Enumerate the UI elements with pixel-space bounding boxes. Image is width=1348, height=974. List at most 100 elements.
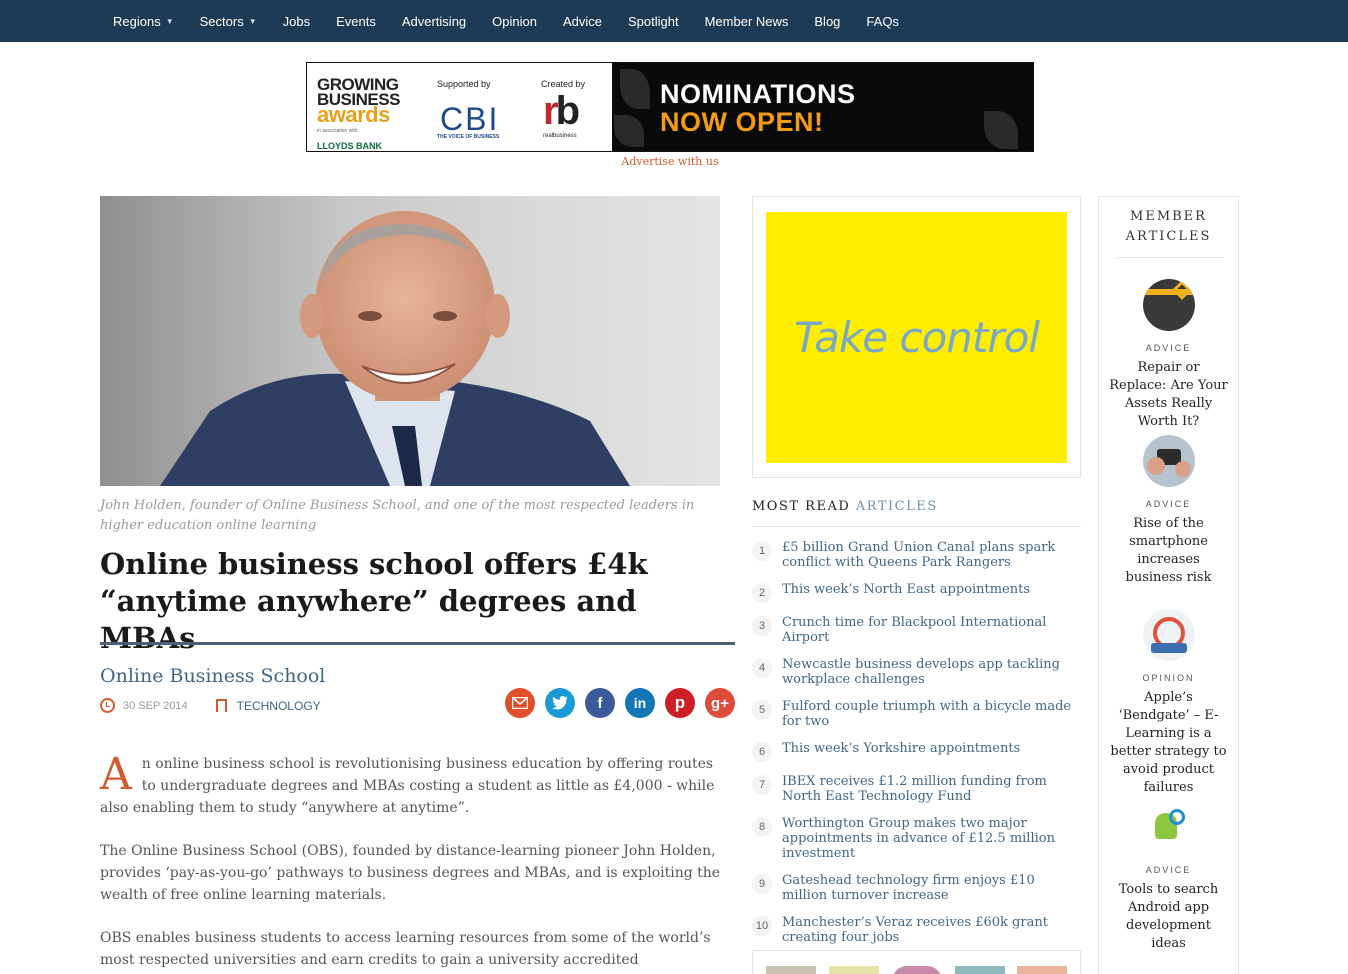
cbi-tagline: THE VOICE OF BUSINESS bbox=[437, 134, 500, 140]
most-read-link[interactable]: £5 billion Grand Union Canal plans spark… bbox=[782, 540, 1082, 570]
most-read-item[interactable]: 2 This week’s North East appointments bbox=[752, 582, 1082, 603]
article-body: An online business school is revolutioni… bbox=[100, 753, 730, 974]
most-read-link[interactable]: Fulford couple triumph with a bicycle ma… bbox=[782, 699, 1082, 729]
rank-badge: 4 bbox=[752, 658, 772, 678]
member-articles-heading: MEMBER ARTICLES bbox=[1125, 209, 1212, 244]
most-read-link[interactable]: This week’s North East appointments bbox=[782, 582, 1030, 597]
googleplus-icon[interactable]: g+ bbox=[705, 688, 735, 718]
article-category: ADVICE bbox=[1145, 499, 1192, 509]
article-thumbnail bbox=[1142, 435, 1195, 487]
article-paragraph: OBS enables business students to access … bbox=[100, 930, 711, 968]
most-read-item[interactable]: 9 Gateshead technology firm enjoys £10 mi… bbox=[752, 873, 1082, 903]
thumbnail-preview bbox=[892, 966, 942, 974]
member-article-item[interactable]: ADVICE Rise of the smartphone increases … bbox=[1099, 435, 1238, 587]
rank-badge: 6 bbox=[752, 742, 772, 762]
nav-item-blog[interactable]: Blog bbox=[814, 14, 840, 29]
article-category: OPINION bbox=[1142, 673, 1195, 683]
leaf-decoration bbox=[984, 111, 1018, 149]
chevron-down-icon: ▼ bbox=[248, 16, 257, 26]
chevron-down-icon: ▼ bbox=[165, 16, 174, 26]
member-article-item[interactable]: ADVICE Tools to search Android app devel… bbox=[1099, 801, 1238, 953]
growing-business-awards-logo: GROWING BUSINESS awards in association w… bbox=[317, 75, 400, 151]
nav-item-advertising[interactable]: Advertising bbox=[402, 14, 466, 29]
article-meta: 30 SEP 2014 TECHNOLOGY bbox=[100, 698, 321, 713]
nav-item-spotlight[interactable]: Spotlight bbox=[628, 14, 679, 29]
nav-item-jobs[interactable]: Jobs bbox=[283, 14, 310, 29]
linkedin-icon[interactable]: in bbox=[625, 688, 655, 718]
most-read-item[interactable]: 5 Fulford couple triumph with a bicycle m… bbox=[752, 699, 1082, 729]
nav-item-regions[interactable]: Regions ▼ bbox=[113, 14, 174, 29]
leaf-decoration bbox=[614, 115, 644, 147]
rank-badge: 5 bbox=[752, 700, 772, 720]
most-read-link[interactable]: Worthington Group makes two major appoin… bbox=[782, 816, 1082, 861]
rank-badge: 8 bbox=[752, 817, 772, 837]
nav-item-sectors[interactable]: Sectors ▼ bbox=[200, 14, 257, 29]
most-read-heading: MOST READ ARTICLES bbox=[752, 499, 938, 514]
article-date: 30 SEP 2014 bbox=[123, 699, 188, 712]
rank-badge: 7 bbox=[752, 775, 772, 795]
facebook-icon[interactable]: f bbox=[585, 688, 615, 718]
category-link[interactable]: TECHNOLOGY bbox=[237, 699, 321, 713]
magnifier-icon bbox=[1168, 809, 1185, 825]
most-read-link[interactable]: Gateshead technology firm enjoys £10 mil… bbox=[782, 873, 1082, 903]
pinterest-icon[interactable]: p bbox=[665, 688, 695, 718]
clock-icon bbox=[100, 698, 115, 713]
nav-item-events[interactable]: Events bbox=[336, 14, 376, 29]
article-title-link[interactable]: Rise of the smartphone increases busines… bbox=[1099, 515, 1238, 587]
nav-menu: Regions ▼ Sectors ▼ Jobs Events Advertisin… bbox=[100, 0, 912, 42]
social-share-bar: f in p g+ bbox=[505, 688, 745, 718]
ad-text: Take control bbox=[793, 313, 1040, 362]
awards-banner-ad[interactable]: GROWING BUSINESS awards in association w… bbox=[306, 62, 1034, 152]
next-widget-preview bbox=[752, 950, 1081, 974]
author-link[interactable]: Online Business School bbox=[100, 665, 325, 687]
nav-item-faqs[interactable]: FAQs bbox=[866, 14, 899, 29]
rank-badge: 10 bbox=[752, 916, 772, 936]
banner-subheadline: NOW OPEN! bbox=[660, 107, 824, 137]
member-articles-panel: MEMBER ARTICLES ADVICE Repair or Replace… bbox=[1098, 196, 1239, 974]
most-read-divider bbox=[752, 526, 1081, 527]
thumbnail-preview bbox=[955, 966, 1005, 974]
banner-headline: NOMINATIONS bbox=[660, 79, 856, 109]
banner-nominations-panel: NOMINATIONS NOW OPEN! bbox=[612, 63, 1033, 151]
most-read-link[interactable]: Manchester’s Veraz receives £60k grant c… bbox=[782, 915, 1082, 945]
most-read-item[interactable]: 4 Newcastle business develops app tacklin… bbox=[752, 657, 1082, 687]
article-thumbnail bbox=[1142, 801, 1195, 853]
banner-logos: GROWING BUSINESS awards in association w… bbox=[307, 63, 612, 151]
nav-item-member-news[interactable]: Member News bbox=[705, 14, 789, 29]
image-caption: John Holden, founder of Online Business … bbox=[100, 498, 695, 533]
member-divider bbox=[1115, 257, 1223, 258]
article-title-link[interactable]: Tools to search Android app development … bbox=[1099, 881, 1238, 953]
most-read-item[interactable]: 8 Worthington Group makes two major appoi… bbox=[752, 816, 1082, 861]
thumbnail-preview bbox=[766, 966, 816, 974]
headline-divider bbox=[100, 642, 735, 645]
sidebar-ad[interactable]: Take control bbox=[752, 196, 1081, 478]
member-article-item[interactable]: ADVICE Repair or Replace: Are Your Asset… bbox=[1099, 279, 1238, 431]
most-read-link[interactable]: Crunch time for Blackpool International … bbox=[782, 615, 1082, 645]
portrait-photo bbox=[160, 211, 630, 486]
article-title-link[interactable]: Repair or Replace: Are Your Assets Reall… bbox=[1099, 359, 1238, 431]
thumbnail-preview bbox=[829, 966, 879, 974]
most-read-list: 1 £5 billion Grand Union Canal plans spar… bbox=[752, 540, 1082, 957]
nav-item-opinion[interactable]: Opinion bbox=[492, 14, 537, 29]
rank-badge: 2 bbox=[752, 583, 772, 603]
top-navigation: Regions ▼ Sectors ▼ Jobs Events Advertisin… bbox=[0, 0, 1348, 42]
most-read-item[interactable]: 3 Crunch time for Blackpool International… bbox=[752, 615, 1082, 645]
article-category: ADVICE bbox=[1145, 865, 1192, 875]
thumbnail-preview bbox=[1017, 966, 1067, 974]
most-read-link[interactable]: This week’s Yorkshire appointments bbox=[782, 741, 1020, 756]
article-paragraph: An online business school is revolutioni… bbox=[100, 749, 715, 817]
most-read-item[interactable]: 10 Manchester’s Veraz receives £60k grant… bbox=[752, 915, 1082, 945]
most-read-item[interactable]: 6 This week’s Yorkshire appointments bbox=[752, 741, 1082, 762]
most-read-item[interactable]: 7 IBEX receives £1.2 million funding from… bbox=[752, 774, 1082, 804]
email-icon[interactable] bbox=[505, 688, 535, 718]
most-read-item[interactable]: 1 £5 billion Grand Union Canal plans spar… bbox=[752, 540, 1082, 570]
member-article-item[interactable]: OPINION Apple’s ‘Bendgate’ – E-Learning … bbox=[1099, 609, 1238, 797]
advertise-with-us-link[interactable]: Advertise with us bbox=[306, 155, 1034, 168]
most-read-link[interactable]: Newcastle business develops app tackling… bbox=[782, 657, 1082, 687]
most-read-link[interactable]: IBEX receives £1.2 million funding from … bbox=[782, 774, 1082, 804]
twitter-icon[interactable] bbox=[545, 688, 575, 718]
article-category: ADVICE bbox=[1145, 343, 1192, 353]
nav-item-advice[interactable]: Advice bbox=[563, 14, 602, 29]
article-title-link[interactable]: Apple’s ‘Bendgate’ – E-Learning is a bet… bbox=[1099, 689, 1238, 797]
realbusiness-logo: rb bbox=[543, 89, 580, 133]
